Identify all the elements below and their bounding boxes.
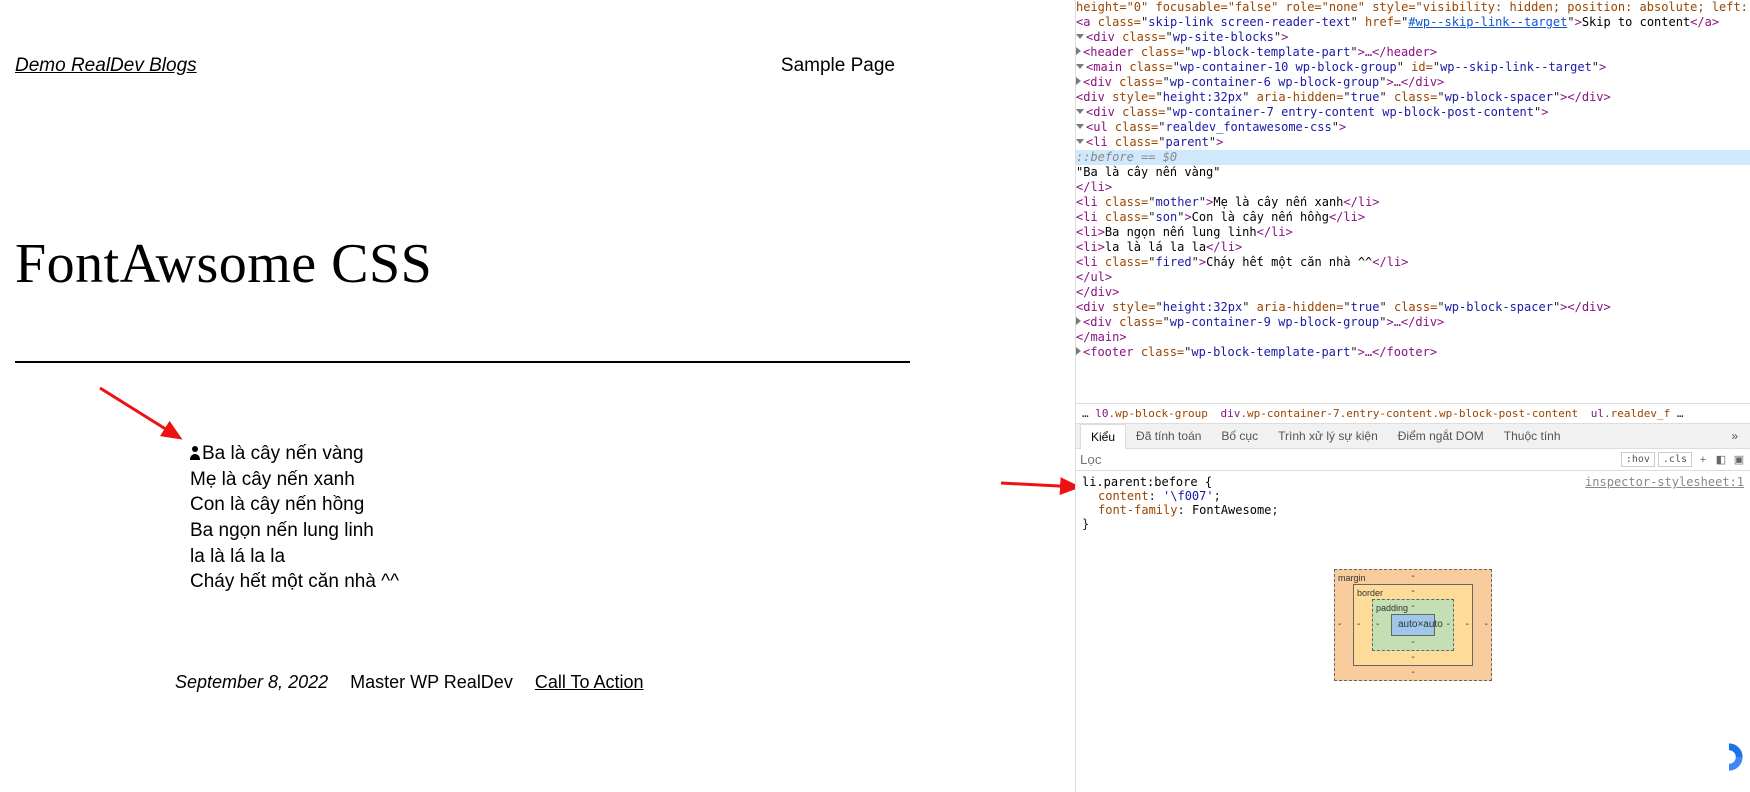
devtools-pane: height="0" focusable="false" role="none"… [1075, 0, 1750, 792]
list-item-label: Ba là cây nến vàng [202, 443, 364, 464]
tab-properties[interactable]: Thuộc tính [1494, 424, 1571, 448]
dom-node[interactable]: <div class="wp-container-9 wp-block-grou… [1076, 315, 1750, 330]
page-title: FontAwsome CSS [15, 232, 910, 296]
title-divider [15, 361, 910, 363]
dom-node[interactable]: <ul class="realdev_fontawesome-css"> [1076, 120, 1750, 135]
dom-node[interactable]: <div class="wp-container-6 wp-block-grou… [1076, 75, 1750, 90]
dom-node[interactable]: <div style="height:32px" aria-hidden="tr… [1076, 90, 1750, 105]
dom-node[interactable]: <div class="wp-container-7 entry-content… [1076, 105, 1750, 120]
dom-node[interactable]: <li class="mother">Mẹ là cây nến xanh</l… [1076, 195, 1750, 210]
rule-close: } [1082, 517, 1744, 531]
rule-source-link[interactable]: inspector-stylesheet:1 [1585, 475, 1744, 489]
dom-node-selected[interactable]: ⋯::before == $0 [1076, 150, 1750, 165]
dom-node[interactable]: <li>la là lá la la</li> [1076, 240, 1750, 255]
post-date: September 8, 2022 [175, 672, 328, 693]
dom-node[interactable]: height="0" focusable="false" role="none"… [1076, 0, 1750, 15]
tabs-overflow-icon[interactable]: » [1723, 424, 1746, 448]
tab-event-listeners[interactable]: Trình xử lý sự kiện [1268, 424, 1388, 448]
cls-toggle-button[interactable]: .cls [1658, 452, 1692, 467]
dom-text-node[interactable]: "Ba là cây nến vàng" [1076, 165, 1750, 180]
computed-sidebar-icon[interactable]: ◧ [1714, 453, 1728, 466]
dom-node[interactable]: <li class="son">Con là cây nến hồng</li> [1076, 210, 1750, 225]
dom-node[interactable]: </main> [1076, 330, 1750, 345]
dom-node[interactable]: <div style="height:32px" aria-hidden="tr… [1076, 300, 1750, 315]
list-item-mother: Mẹ là cây nến xanh [190, 467, 910, 493]
dom-node[interactable]: <footer class="wp-block-template-part">…… [1076, 345, 1750, 360]
dom-node[interactable]: <div class="wp-site-blocks"> [1076, 30, 1750, 45]
style-declaration[interactable]: content: '\f007'; [1082, 489, 1744, 503]
list-item: Ba ngọn nến lung linh [190, 518, 910, 544]
styles-body[interactable]: inspector-stylesheet:1 li.parent:before {… [1076, 471, 1750, 792]
tab-dom-breakpoints[interactable]: Điểm ngắt DOM [1388, 424, 1494, 448]
recaptcha-icon [1712, 740, 1746, 774]
dom-node[interactable]: <a class="skip-link screen-reader-text" … [1076, 15, 1750, 30]
box-model-content: auto×auto [1391, 614, 1435, 636]
new-style-rule-icon[interactable]: + [1696, 454, 1710, 466]
list-item-fired: Cháy hết một căn nhà ^^ [190, 569, 910, 595]
call-to-action-link[interactable]: Call To Action [535, 672, 644, 693]
main-content: FontAwsome CSS Ba là cây nến vàng Mẹ là … [0, 232, 910, 693]
dom-node[interactable]: <li>Ba ngọn nến lung linh</li> [1076, 225, 1750, 240]
content-list: Ba là cây nến vàng Mẹ là cây nến xanh Co… [190, 441, 910, 595]
list-item-son: Con là cây nến hồng [190, 492, 910, 518]
site-title-link[interactable]: Demo RealDev Blogs [15, 55, 197, 77]
styles-filter-input[interactable] [1080, 452, 1618, 467]
annotation-arrow-icon [998, 475, 1075, 495]
styles-tabs: Kiểu Đã tính toán Bố cục Trình xử lý sự … [1076, 424, 1750, 449]
dom-node[interactable]: </li> [1076, 180, 1750, 195]
rule-selector[interactable]: li.parent:before { [1082, 475, 1212, 489]
tab-computed[interactable]: Đã tính toán [1126, 424, 1211, 448]
dom-node[interactable]: <main class="wp-container-10 wp-block-gr… [1076, 60, 1750, 75]
tab-layout[interactable]: Bố cục [1211, 424, 1268, 448]
list-item: la là lá la la [190, 544, 910, 570]
user-icon [190, 446, 201, 460]
style-declaration[interactable]: font-family: FontAwesome; [1082, 503, 1744, 517]
list-item-parent: Ba là cây nến vàng [190, 441, 910, 467]
dom-node[interactable]: <li class="fired">Cháy hết một căn nhà ^… [1076, 255, 1750, 270]
site-header: Demo RealDev Blogs Sample Page [0, 0, 910, 77]
page-content-pane[interactable]: Demo RealDev Blogs Sample Page FontAwsom… [0, 0, 1075, 792]
post-meta: September 8, 2022 Master WP RealDev Call… [175, 672, 910, 693]
rendering-icon[interactable]: ▣ [1732, 453, 1746, 466]
elements-dom-tree[interactable]: height="0" focusable="false" role="none"… [1076, 0, 1750, 403]
box-model-diagram[interactable]: margin ---- border ---- padding ---- aut… [1334, 569, 1492, 681]
nav-sample-page[interactable]: Sample Page [781, 55, 895, 77]
dom-node[interactable]: </div> [1076, 285, 1750, 300]
post-author: Master WP RealDev [350, 672, 513, 693]
dom-node[interactable]: <li class="parent"> [1076, 135, 1750, 150]
recaptcha-badge[interactable] [1708, 732, 1750, 782]
tab-styles[interactable]: Kiểu [1080, 424, 1126, 449]
dom-node[interactable]: <header class="wp-block-template-part">…… [1076, 45, 1750, 60]
elements-breadcrumb[interactable]: … l0.wp-block-group div.wp-container-7.e… [1076, 403, 1750, 424]
dom-node[interactable]: </ul> [1076, 270, 1750, 285]
styles-filter-row: :hov .cls + ◧ ▣ [1076, 449, 1750, 471]
hov-toggle-button[interactable]: :hov [1621, 452, 1655, 467]
